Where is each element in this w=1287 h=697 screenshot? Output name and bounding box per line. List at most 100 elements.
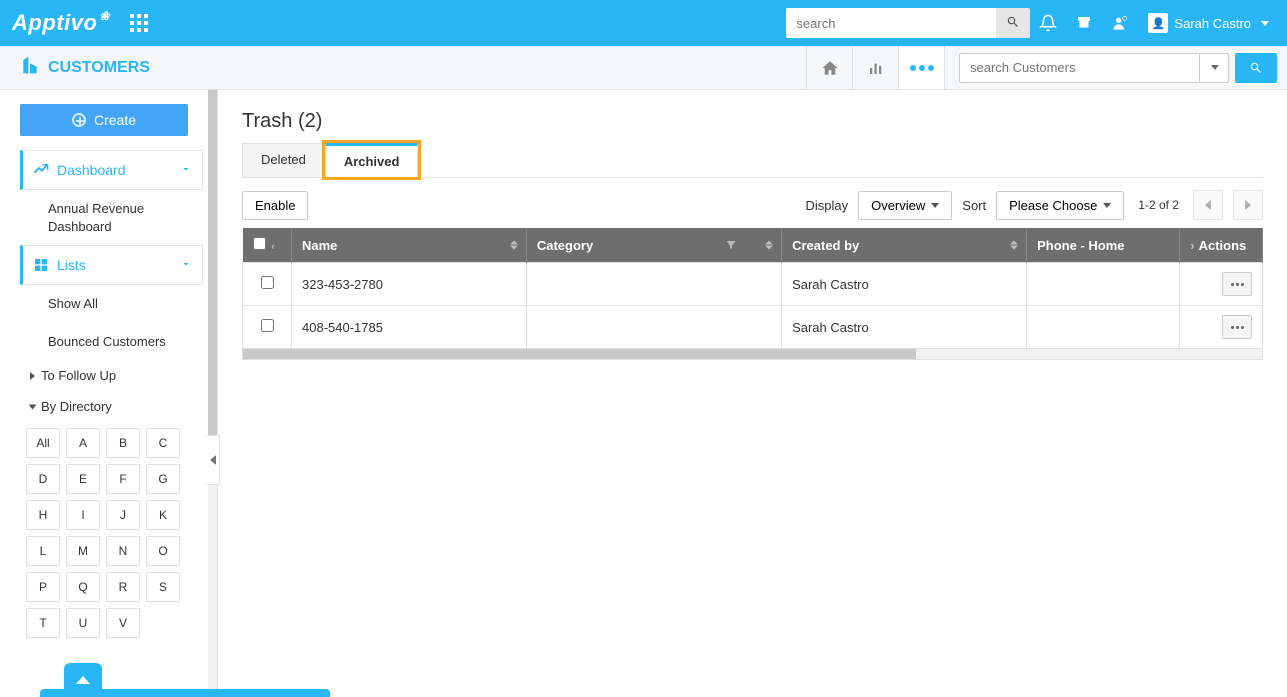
caret-down-icon: [931, 203, 939, 208]
sidebar-item-follow-up[interactable]: To Follow Up: [20, 360, 203, 391]
module-bar: CUSTOMERS: [0, 46, 1287, 90]
directory-letter-p[interactable]: P: [26, 572, 60, 602]
bottom-highlight-bar: [40, 689, 330, 697]
data-table: ‹ Name Category Created by: [242, 228, 1263, 349]
caret-down-icon: [1261, 21, 1269, 26]
apps-grid-icon[interactable]: [130, 14, 148, 32]
directory-letter-l[interactable]: L: [26, 536, 60, 566]
col-name[interactable]: Name: [292, 228, 527, 263]
directory-letter-d[interactable]: D: [26, 464, 60, 494]
col-check[interactable]: ‹: [243, 228, 292, 263]
chevron-down-icon: [180, 257, 192, 273]
directory-letter-i[interactable]: I: [66, 500, 100, 530]
pager-next[interactable]: [1233, 190, 1263, 220]
module-search: [959, 53, 1277, 83]
directory-letter-n[interactable]: N: [106, 536, 140, 566]
directory-letter-c[interactable]: C: [146, 428, 180, 458]
caret-down-icon: [1103, 203, 1111, 208]
chevron-right-icon: [30, 372, 35, 380]
sidebar-item-bounced[interactable]: Bounced Customers: [20, 323, 203, 361]
brand-logo[interactable]: Apptivo❀: [12, 10, 110, 36]
sidebar-item-show-all[interactable]: Show All: [20, 285, 203, 323]
sidebar-item-annual-revenue[interactable]: Annual Revenue Dashboard: [20, 190, 203, 245]
sidebar-scrollbar[interactable]: [208, 90, 217, 697]
enable-button[interactable]: Enable: [242, 191, 308, 220]
module-title[interactable]: CUSTOMERS: [20, 55, 150, 80]
directory-letter-r[interactable]: R: [106, 572, 140, 602]
global-search-button[interactable]: [996, 8, 1030, 38]
pager-prev[interactable]: [1193, 190, 1223, 220]
directory-letter-q[interactable]: Q: [66, 572, 100, 602]
create-button[interactable]: Create: [20, 104, 188, 136]
tab-deleted[interactable]: Deleted: [242, 143, 325, 177]
select-all-checkbox[interactable]: [253, 237, 266, 250]
col-phone-home[interactable]: Phone - Home: [1027, 228, 1180, 263]
cell-name: 323-453-2780: [292, 263, 527, 306]
row-checkbox[interactable]: [261, 276, 274, 289]
directory-letter-g[interactable]: G: [146, 464, 180, 494]
directory-letter-s[interactable]: S: [146, 572, 180, 602]
directory-letter-b[interactable]: B: [106, 428, 140, 458]
user-menu[interactable]: 👤 Sarah Castro: [1138, 13, 1275, 33]
cell-created-by: Sarah Castro: [782, 306, 1027, 349]
directory-letter-o[interactable]: O: [146, 536, 180, 566]
directory-letter-m[interactable]: M: [66, 536, 100, 566]
directory-letter-t[interactable]: T: [26, 608, 60, 638]
directory-letter-h[interactable]: H: [26, 500, 60, 530]
sidebar-item-by-directory[interactable]: By Directory: [20, 391, 203, 422]
trend-icon: [33, 162, 49, 178]
display-label: Display: [805, 198, 848, 213]
more-dots-icon: [910, 65, 934, 71]
filter-icon[interactable]: [725, 239, 737, 251]
table-hscrollbar[interactable]: [242, 349, 1263, 360]
row-checkbox[interactable]: [261, 319, 274, 332]
sort-select[interactable]: Please Choose: [996, 191, 1124, 220]
directory-letter-k[interactable]: K: [146, 500, 180, 530]
module-search-button[interactable]: [1235, 53, 1277, 83]
workspace: Create Dashboard Annual Revenue Dashboar…: [0, 90, 1287, 697]
cell-category: [526, 306, 781, 349]
store-icon[interactable]: [1066, 0, 1102, 46]
user-plus-icon[interactable]: [1102, 0, 1138, 46]
page-title: Trash (2): [242, 110, 1263, 133]
row-actions-button[interactable]: [1222, 272, 1252, 296]
chevron-down-icon: [180, 162, 192, 178]
user-name: Sarah Castro: [1174, 16, 1251, 31]
directory-letter-all[interactable]: All: [26, 428, 60, 458]
sidebar-collapse-handle[interactable]: [206, 435, 220, 485]
directory-letter-j[interactable]: J: [106, 500, 140, 530]
main-content: Trash (2) Deleted Archived Enable Displa…: [218, 90, 1287, 697]
tab-home[interactable]: [807, 46, 853, 89]
display-select[interactable]: Overview: [858, 191, 952, 220]
module-tabs: [806, 46, 945, 89]
tab-archived[interactable]: Archived: [325, 143, 419, 177]
cell-created-by: Sarah Castro: [782, 263, 1027, 306]
sort-label: Sort: [962, 198, 986, 213]
col-created-by[interactable]: Created by: [782, 228, 1027, 263]
content-tabs: Deleted Archived: [242, 143, 1263, 178]
sidebar: Create Dashboard Annual Revenue Dashboar…: [0, 90, 218, 697]
tab-analytics[interactable]: [853, 46, 899, 89]
leaf-icon: ❀: [99, 9, 110, 23]
col-category[interactable]: Category: [526, 228, 781, 263]
directory-letter-f[interactable]: F: [106, 464, 140, 494]
chevron-left-icon: ‹: [271, 241, 275, 253]
tab-more[interactable]: [899, 46, 945, 89]
module-search-dropdown[interactable]: [1199, 53, 1229, 83]
directory-letter-v[interactable]: V: [106, 608, 140, 638]
top-bar: Apptivo❀ 👤 Sarah Castro: [0, 0, 1287, 46]
global-search: [786, 8, 1030, 38]
directory-letter-u[interactable]: U: [66, 608, 100, 638]
building-icon: [20, 55, 40, 80]
sidebar-section-dashboard[interactable]: Dashboard: [20, 150, 203, 190]
directory-letter-e[interactable]: E: [66, 464, 100, 494]
bell-icon[interactable]: [1030, 0, 1066, 46]
cell-category: [526, 263, 781, 306]
directory-letter-a[interactable]: A: [66, 428, 100, 458]
sidebar-section-lists[interactable]: Lists: [20, 245, 203, 285]
plus-icon: [72, 113, 86, 127]
module-search-input[interactable]: [959, 53, 1229, 83]
row-actions-button[interactable]: [1222, 315, 1252, 339]
avatar-icon: 👤: [1148, 13, 1168, 33]
global-search-input[interactable]: [786, 8, 996, 38]
